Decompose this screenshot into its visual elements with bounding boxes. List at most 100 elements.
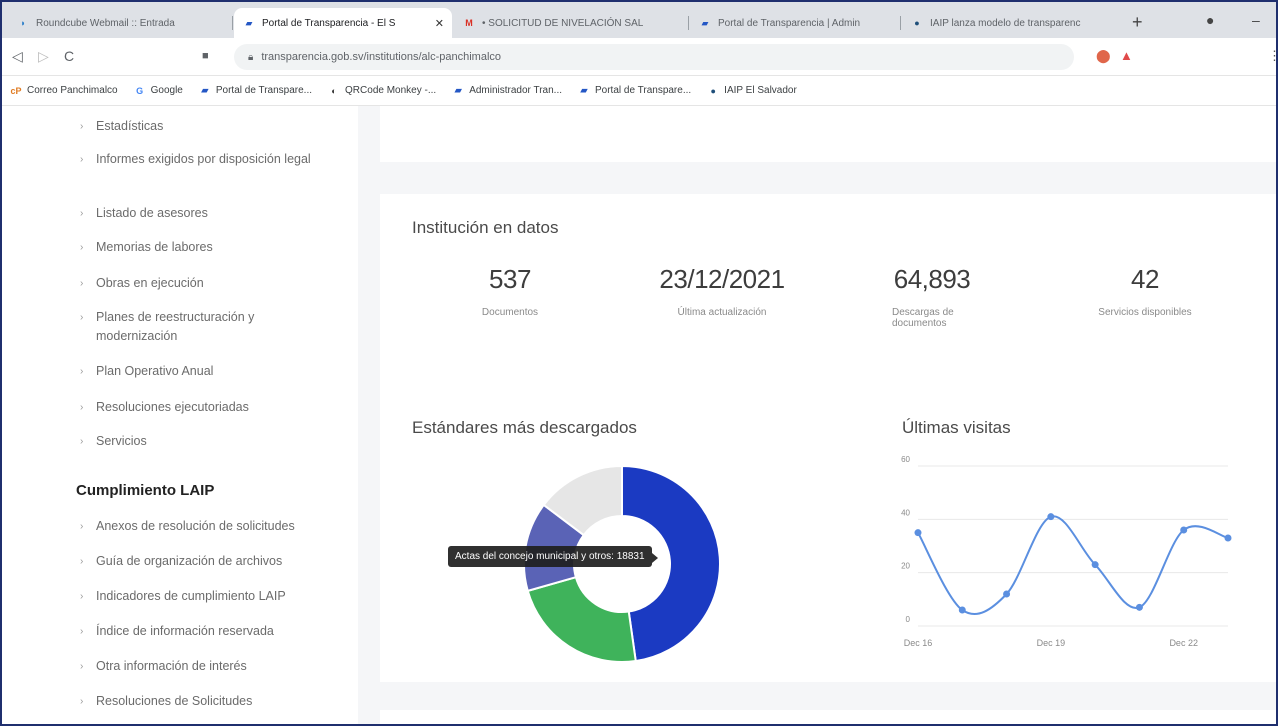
chevron-right-icon: ›	[80, 556, 84, 567]
bookmark-label: Correo Panchimalco	[27, 85, 118, 96]
sidebar-item-estadisticas[interactable]: › Estadísticas	[80, 117, 350, 136]
sidebar-item-label: Listado de asesores	[96, 206, 208, 220]
sidebar-item-label: Obras en ejecución	[96, 276, 204, 290]
tab-portal-admin[interactable]: ▰ Portal de Transparencia | Admin	[690, 8, 898, 38]
sidebar-item-otra[interactable]: › Otra información de interés	[80, 657, 350, 676]
extension-icon[interactable]: ⬤	[1096, 48, 1111, 64]
iaip-icon: ●	[914, 18, 920, 28]
sidebar-item-label: Resoluciones de Solicitudes	[96, 694, 253, 708]
tab-divider	[900, 16, 901, 30]
data-point[interactable]	[958, 606, 966, 614]
portal-icon: ▰	[201, 85, 209, 95]
qrcode-icon: ◐	[331, 85, 337, 96]
data-point[interactable]	[1135, 603, 1143, 611]
stat-servicios: 42 Servicios disponibles	[1070, 264, 1220, 318]
back-arrow-icon[interactable]: ◁	[12, 48, 23, 65]
sidebar-item-label: Plan Operativo Anual	[96, 364, 214, 378]
data-point[interactable]	[1047, 513, 1055, 521]
bookmark-label: QRCode Monkey -...	[345, 85, 437, 96]
bookmark-portal[interactable]: ▰ Portal de Transpare...	[199, 85, 312, 97]
sidebar-item-resoluciones[interactable]: › Resoluciones ejecutoriadas	[80, 398, 350, 417]
bookmark-portal-2[interactable]: ▰ Portal de Transpare...	[578, 85, 692, 97]
sidebar-item-label: Anexos de resolución de solicitudes	[96, 519, 295, 533]
reload-icon[interactable]: C	[64, 48, 74, 64]
tab-portal-active[interactable]: ▰ Portal de Transparencia - El S ✕	[234, 8, 452, 38]
tab-gmail[interactable]: M • SOLICITUD DE NIVELACIÓN SAL	[454, 8, 686, 38]
close-tab-icon[interactable]: ✕	[429, 17, 444, 30]
sidebar-item-indice[interactable]: › Índice de información reservada	[80, 622, 350, 641]
address-toolbar: ◁ ▷ C ■ 🔒︎ transparencia.gob.sv/institut…	[2, 38, 1276, 76]
sidebar-item-label: Guía de organización de archivos	[96, 554, 283, 568]
line-chart-title: Últimas visitas	[902, 418, 1011, 437]
tab-label: • SOLICITUD DE NIVELACIÓN SAL	[482, 17, 644, 29]
sidebar-item-resoluciones-solicitudes[interactable]: › Resoluciones de Solicitudes	[80, 692, 350, 711]
section-title: Institución en datos	[412, 218, 559, 237]
bookmark-label: Administrador Tran...	[469, 85, 562, 96]
data-point[interactable]	[1003, 590, 1011, 598]
gmail-icon: M	[465, 18, 473, 28]
sidebar-item-guia[interactable]: › Guía de organización de archivos	[80, 552, 350, 571]
forward-arrow-icon[interactable]: ▷	[38, 48, 49, 65]
stat-descargas: 64,893 Descargas de documentos	[882, 264, 982, 329]
bookmark-admin[interactable]: ▰ Administrador Tran...	[452, 85, 562, 97]
stat-value: 23/12/2021	[659, 264, 785, 294]
stat-value: 537	[489, 264, 531, 294]
roundcube-icon: ◗	[20, 18, 26, 28]
sidebar-item-asesores[interactable]: › Listado de asesores	[80, 204, 350, 223]
tab-label: IAIP lanza modelo de transparenc	[930, 17, 1081, 29]
sidebar-item-informes[interactable]: › Informes exigidos por disposición legal	[80, 150, 350, 169]
tab-iaip[interactable]: ● IAIP lanza modelo de transparenc	[902, 8, 1122, 38]
sidebar-item-poa[interactable]: › Plan Operativo Anual	[80, 362, 350, 381]
sidebar-item-label: Servicios	[96, 434, 147, 448]
stat-value: 64,893	[893, 264, 971, 294]
sidebar-item-planes[interactable]: › Planes de reestructuración y modernizac…	[80, 308, 350, 346]
line-chart[interactable]: 0 20 40 60 Dec 16 Dec 19 Dec 22	[890, 456, 1240, 664]
chevron-right-icon: ›	[80, 154, 84, 165]
bookmark-icon[interactable]: ■	[202, 50, 209, 62]
sidebar-item-label: Estadísticas	[96, 119, 164, 133]
tab-divider	[232, 16, 233, 30]
chevron-right-icon: ›	[80, 696, 84, 707]
bookmark-correo[interactable]: cP Correo Panchimalco	[10, 85, 118, 97]
stat-label: Descargas de documentos	[892, 307, 954, 329]
bookmark-iaip[interactable]: ● IAIP El Salvador	[707, 85, 796, 97]
data-point[interactable]	[1091, 561, 1099, 569]
sidebar-item-label: Resoluciones ejecutoriadas	[96, 400, 249, 414]
sidebar-item-obras[interactable]: › Obras en ejecución	[80, 274, 350, 293]
chevron-right-icon: ›	[80, 121, 84, 132]
donut-slice[interactable]	[526, 575, 637, 663]
new-tab-button[interactable]: +	[1132, 12, 1143, 33]
sidebar-item-indicadores[interactable]: › Indicadores de cumplimiento LAIP	[80, 587, 350, 606]
chevron-right-icon: ›	[80, 626, 84, 637]
menu-icon[interactable]: ⋮	[1268, 48, 1276, 64]
sidebar-item-memorias[interactable]: › Memorias de labores	[80, 238, 350, 257]
profile-icon[interactable]: ●	[1206, 12, 1214, 28]
sidebar-item-servicios[interactable]: › Servicios	[80, 432, 350, 451]
data-point[interactable]	[1180, 526, 1188, 534]
stat-documentos: 537 Documentos	[440, 264, 580, 318]
bookmark-google[interactable]: G Google	[134, 85, 183, 97]
data-point[interactable]	[1224, 534, 1232, 542]
institution-data-card: Institución en datos 537 Documentos 23/1…	[380, 194, 1276, 682]
chevron-right-icon: ›	[80, 521, 84, 532]
address-bar[interactable]: 🔒︎ transparencia.gob.sv/institutions/alc…	[234, 44, 1074, 70]
page-content: › Estadísticas › Informes exigidos por dis…	[2, 106, 1276, 724]
google-icon: G	[136, 85, 144, 96]
chevron-right-icon: ›	[80, 402, 84, 413]
x-tick-label: Dec 19	[1037, 638, 1066, 648]
bookmark-qrcode[interactable]: ◐ QRCode Monkey -...	[328, 85, 436, 97]
portal-icon: ▰	[580, 85, 588, 95]
chevron-right-icon: ›	[80, 278, 84, 289]
iaip-icon: ●	[710, 85, 716, 96]
extension-icon[interactable]: ▲	[1120, 48, 1133, 63]
chevron-right-icon: ›	[80, 591, 84, 602]
data-point[interactable]	[914, 529, 922, 537]
bookmarks-bar: cP Correo Panchimalco G Google ▰ Portal …	[2, 76, 1276, 106]
minimize-icon[interactable]: –	[1252, 12, 1260, 28]
sidebar-item-anexos[interactable]: › Anexos de resolución de solicitudes	[80, 517, 350, 536]
tab-roundcube[interactable]: ◗ Roundcube Webmail :: Entrada	[8, 8, 230, 38]
sidebar-item-label: Planes de reestructuración y modernizaci…	[96, 310, 255, 343]
sidebar: › Estadísticas › Informes exigidos por dis…	[2, 106, 358, 724]
stat-label: Documentos	[481, 307, 539, 318]
bookmark-label: Portal de Transpare...	[215, 85, 313, 96]
